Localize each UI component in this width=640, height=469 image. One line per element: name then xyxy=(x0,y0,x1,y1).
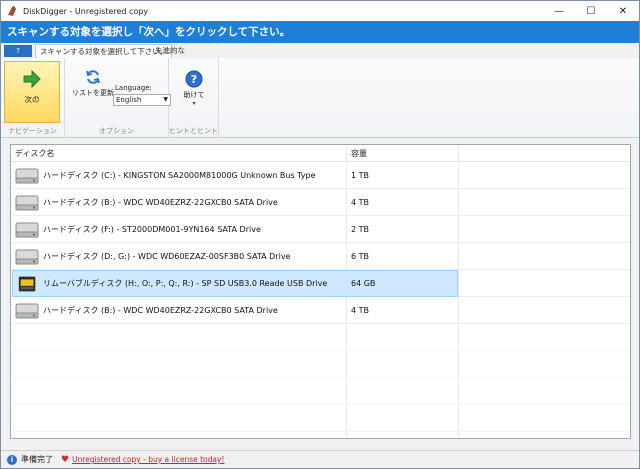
help-button-label: 助けて xyxy=(183,91,205,99)
column-header-capacity[interactable]: 容量 xyxy=(347,145,367,162)
table-row[interactable]: ハードディスク (F:) - ST2000DM001-9YN164 SATA D… xyxy=(11,216,630,243)
table-row[interactable]: ハードディスク (D:, G:) - WDC WD60EZAZ-00SF3B0 … xyxy=(11,243,630,270)
table-row-selected[interactable]: リムーバブルディスク (H:, O:, P:, Q:, R:) - SP SD … xyxy=(11,270,630,297)
navigation-group: 次の ナビゲーション xyxy=(1,58,65,138)
window-controls: — ☐ ✕ xyxy=(543,1,639,21)
tab-advanced[interactable]: 先進的な xyxy=(151,44,189,58)
chevron-down-icon: ▼ xyxy=(163,96,168,103)
title-bar: DiskDigger - Unregistered copy — ☐ ✕ xyxy=(1,1,639,21)
refresh-icon xyxy=(86,70,100,84)
maximize-button[interactable]: ☐ xyxy=(575,1,607,21)
refresh-list-label: リストを更新 xyxy=(72,89,114,97)
arrow-right-icon xyxy=(23,69,41,89)
status-bar: i 準備完了 ♥ Unregistered copy - buy a licen… xyxy=(1,450,639,468)
hard-disk-icon xyxy=(15,222,39,238)
heart-icon: ♥ xyxy=(61,454,70,465)
help-button[interactable]: ? 助けて ▾ xyxy=(179,70,209,107)
language-value: English xyxy=(116,96,142,104)
ribbon-tab-row: ? スキャンする対象を選択して下さい。 先進的な xyxy=(1,43,639,58)
disk-capacity: 1 TB xyxy=(351,171,370,180)
disk-capacity: 6 TB xyxy=(351,252,370,261)
language-select[interactable]: English ▼ xyxy=(113,94,171,106)
hard-disk-icon xyxy=(15,168,39,184)
disk-name: リムーバブルディスク (H:, O:, P:, Q:, R:) - SP SD … xyxy=(43,279,328,288)
help-group: ? 助けて ▾ ヒントとヒント xyxy=(169,58,219,138)
dropdown-arrow-icon: ▾ xyxy=(192,100,196,107)
empty-row xyxy=(11,324,630,351)
info-icon: i xyxy=(7,454,17,465)
status-text: 準備完了 xyxy=(21,455,53,464)
help-icon: ? xyxy=(185,70,203,88)
disk-capacity: 64 GB xyxy=(351,279,376,288)
disk-capacity: 2 TB xyxy=(351,225,370,234)
minimize-button[interactable]: — xyxy=(543,1,575,21)
hard-disk-icon xyxy=(15,303,39,319)
table-row[interactable]: ハードディスク (B:) - WDC WD40EZRZ-22GXCB0 SATA… xyxy=(11,189,630,216)
next-button-label: 次の xyxy=(24,95,40,104)
disk-name: ハードディスク (B:) - WDC WD40EZRZ-22GXCB0 SATA… xyxy=(43,198,278,207)
disk-name: ハードディスク (D:, G:) - WDC WD60EZAZ-00SF3B0 … xyxy=(43,252,291,261)
hard-disk-icon xyxy=(15,195,39,211)
list-header: ディスク名 容量 xyxy=(11,145,630,162)
hard-disk-icon xyxy=(15,249,39,265)
disk-list[interactable]: ディスク名 容量 ハードディスク (C:) - KINGSTON SA2000M… xyxy=(10,144,631,439)
instruction-banner: スキャンする対象を選択し「次へ」をクリックして下さい。 xyxy=(1,21,639,43)
svg-text:?: ? xyxy=(191,73,197,86)
navigation-group-label: ナビゲーション xyxy=(8,127,57,135)
help-menu-tab[interactable]: ? xyxy=(4,45,32,57)
disk-capacity: 4 TB xyxy=(351,198,370,207)
options-group: リストを更新 Language: English ▼ オプション xyxy=(65,58,171,138)
next-button[interactable]: 次の xyxy=(4,61,60,123)
buy-license-link[interactable]: Unregistered copy - buy a license today! xyxy=(72,455,224,464)
window-title: DiskDigger - Unregistered copy xyxy=(23,6,149,16)
disk-name: ハードディスク (F:) - ST2000DM001-9YN164 SATA D… xyxy=(43,225,261,234)
close-button[interactable]: ✕ xyxy=(607,1,639,21)
help-group-label: ヒントとヒント xyxy=(169,127,218,135)
ribbon-panel: 次の ナビゲーション リストを更新 Language: English ▼ オプ… xyxy=(1,58,639,138)
removable-disk-icon xyxy=(18,276,36,292)
app-logo-icon xyxy=(8,6,16,16)
table-row[interactable]: ハードディスク (C:) - KINGSTON SA2000M81000G Un… xyxy=(11,162,630,189)
empty-row xyxy=(11,378,630,405)
empty-row xyxy=(11,405,630,432)
empty-row xyxy=(11,351,630,378)
disk-name: ハードディスク (B:) - WDC WD40EZRZ-22GXCB0 SATA… xyxy=(43,306,278,315)
disk-capacity: 4 TB xyxy=(351,306,370,315)
disk-name: ハードディスク (C:) - KINGSTON SA2000M81000G Un… xyxy=(43,171,316,180)
table-row[interactable]: ハードディスク (B:) - WDC WD40EZRZ-22GXCB0 SATA… xyxy=(11,297,630,324)
options-group-label: オプション xyxy=(99,127,134,135)
column-header-disk-name[interactable]: ディスク名 xyxy=(11,145,54,162)
language-label: Language: xyxy=(115,84,152,92)
app-window: DiskDigger - Unregistered copy — ☐ ✕ スキャ… xyxy=(0,0,640,469)
refresh-list-button[interactable]: リストを更新 xyxy=(71,68,115,98)
